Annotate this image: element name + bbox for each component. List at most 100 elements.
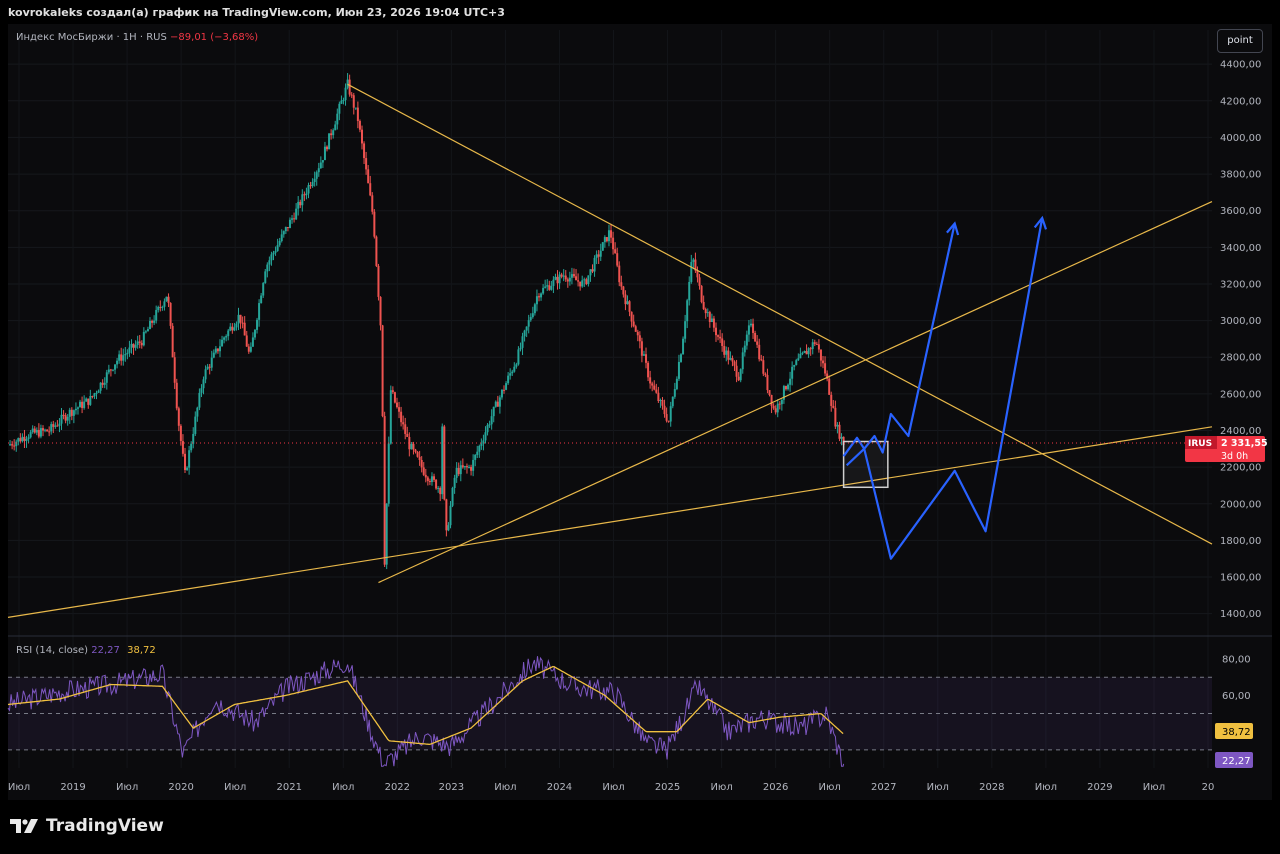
candle-body (214, 348, 217, 353)
candle-body (93, 393, 96, 397)
candle-body (200, 388, 203, 393)
candle-body (418, 456, 421, 461)
candle-body (488, 424, 491, 426)
time-tick-label: 2021 (277, 782, 302, 793)
candle-body (358, 120, 361, 130)
price-tag-timer: 3d 0h (1221, 451, 1248, 462)
candle-body (550, 286, 553, 290)
candle-body (680, 354, 683, 362)
candle-body (233, 327, 236, 331)
candle-body (472, 459, 475, 471)
candle-body (282, 231, 285, 235)
candle-body (95, 392, 98, 394)
candle-body (535, 296, 538, 305)
candle-body (111, 369, 114, 371)
rsi-tick-label: 80,00 (1222, 655, 1251, 666)
candle-body (636, 331, 639, 336)
time-axis[interactable]: Июл 2019 Июл 2020 Июл 2021 Июл 2022 2023 Июл 2024 И… (8, 782, 1215, 793)
candle-body (334, 124, 337, 131)
symbol-legend[interactable]: Индекс МосБиржи · 1Н · RUS −89,01 (−3,68… (16, 32, 258, 43)
candle-body (167, 296, 170, 303)
rsi-ma-tag: 38,72 (1215, 723, 1253, 739)
candle-body (183, 453, 186, 470)
candle-body (776, 403, 779, 413)
chart-svg[interactable]: 4400,00 4200,00 4000,00 3800,00 3600,00 3400,… (0, 0, 1280, 854)
candle-body (17, 438, 20, 442)
price-tick-label: 4200,00 (1220, 96, 1261, 107)
candle-body (72, 410, 75, 416)
candle-body (548, 285, 551, 290)
candle-body (375, 236, 378, 266)
rsi-legend[interactable]: RSI (14, close) 22,27 38,72 (16, 645, 156, 656)
price-tick-label: 2000,00 (1220, 499, 1261, 510)
candle-body (346, 79, 349, 88)
candle-body (719, 336, 722, 339)
candle-body (671, 396, 674, 407)
candle-body (515, 364, 518, 367)
candle-body (288, 219, 291, 229)
candle-body (634, 326, 637, 332)
candle-body (774, 408, 777, 413)
scale-mode-button[interactable]: point (1217, 29, 1263, 53)
candle-body (188, 450, 191, 468)
candle-body (229, 326, 232, 331)
candle-body (593, 257, 596, 272)
candle-body (340, 100, 343, 104)
trendlines[interactable] (7, 83, 1213, 618)
candle-body (426, 477, 429, 481)
candle-body (212, 352, 215, 358)
candle-body (264, 271, 267, 284)
time-tick-label: 2027 (871, 782, 896, 793)
rsi-ma-value: 38,72 (127, 645, 156, 656)
candle-body (542, 287, 545, 294)
candle-body (457, 467, 460, 475)
candle-body (204, 369, 207, 380)
candle-body (754, 332, 757, 342)
candle-body (494, 401, 497, 407)
candle-body (118, 354, 121, 361)
candle-body (463, 466, 466, 468)
brand-logo[interactable]: TradingView (10, 816, 164, 836)
candle-body (105, 372, 108, 383)
price-tick-label: 3200,00 (1220, 279, 1261, 290)
candle-body (498, 397, 501, 407)
price-tick-label: 4400,00 (1220, 60, 1261, 71)
candle-body (146, 329, 149, 332)
candle-body (725, 350, 728, 355)
rsi-axis[interactable]: 80,00 60,00 (1222, 655, 1251, 702)
candle-body (509, 373, 512, 376)
candle-body (237, 314, 240, 324)
rsi-title: RSI (14, close) (16, 645, 89, 656)
candle-body (87, 398, 90, 405)
candle-body (607, 230, 610, 242)
price-tick-label: 1400,00 (1220, 609, 1261, 620)
candle-body (599, 250, 602, 257)
candle-body (684, 321, 687, 339)
time-tick-label: 2019 (60, 782, 85, 793)
price-axis[interactable]: 4400,00 4200,00 4000,00 3800,00 3600,00 3400,… (1220, 60, 1261, 621)
candle-body (354, 107, 357, 109)
candle-body (581, 280, 584, 287)
candle-body (190, 443, 193, 451)
candle-body (677, 361, 680, 379)
candle-body (675, 378, 678, 390)
candle-body (682, 338, 685, 355)
annotations[interactable] (842, 215, 1048, 560)
time-tick-label: Июл (116, 782, 138, 793)
candle-body (373, 211, 376, 237)
candle-body (507, 375, 510, 384)
candle-body (338, 103, 341, 114)
candle-body (568, 277, 571, 282)
candle-body (797, 358, 800, 361)
candle-body (733, 361, 736, 366)
time-tick-label: Июл (1143, 782, 1165, 793)
candle-body (81, 401, 84, 408)
rsi-tag: 22,27 (1215, 752, 1253, 768)
candle-body (416, 451, 419, 457)
candle-body (356, 107, 359, 121)
candle-body (126, 352, 129, 355)
candle-body (171, 325, 174, 358)
candle-body (319, 162, 322, 169)
candle-body (29, 432, 32, 438)
candle-body (474, 454, 477, 460)
